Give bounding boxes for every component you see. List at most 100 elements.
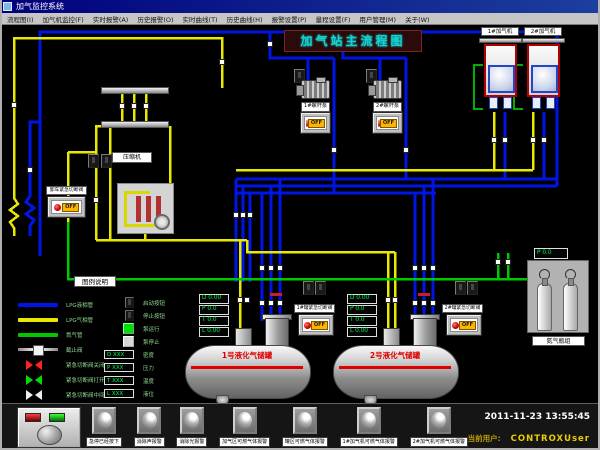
alarm-indicator-button[interactable] xyxy=(92,407,116,434)
vapor-manifold-lower xyxy=(101,121,169,128)
alarm-button-group: 1#加气机可燃气体报警 xyxy=(340,407,398,447)
legend-indicator-label: 压力 xyxy=(143,364,154,372)
alarm-button-group: 2#加气机可燃气体报警 xyxy=(410,407,468,447)
dispenser-canopy xyxy=(522,38,565,43)
menu-item[interactable]: 量程设置(F) xyxy=(316,14,351,24)
pump-off-button[interactable]: OFF xyxy=(308,119,325,128)
tank1-stop-button[interactable] xyxy=(315,281,326,295)
legend-row: LPG气相管 xyxy=(18,312,116,327)
menu-item[interactable]: 用户管理(M) xyxy=(359,14,396,24)
vapor-manifold-upper xyxy=(101,87,169,94)
legend-row: LPG液相管 xyxy=(18,297,116,312)
alarm-indicator-button[interactable] xyxy=(137,407,161,434)
tank-main-nozzle xyxy=(265,318,289,348)
legend-sample-icon xyxy=(18,348,58,351)
legend-indicator-icon: T XXX xyxy=(104,376,134,385)
current-user-name: CONTROXUser xyxy=(511,434,590,444)
dispenser-canopy xyxy=(479,38,522,43)
horn-button[interactable] xyxy=(37,425,62,445)
legend-indicator-row: 停止按钮 xyxy=(103,309,165,322)
compressor-cylinder xyxy=(146,196,151,222)
alarm-indicator-button[interactable] xyxy=(233,407,257,434)
compressor-unit xyxy=(117,183,174,234)
compressor-start-button[interactable] xyxy=(88,154,99,168)
compressor-stop-button[interactable] xyxy=(101,154,112,168)
legend-sample-icon xyxy=(18,318,58,322)
compressor-pipe xyxy=(124,191,127,227)
pump-area: 1#螺杆泵 OFF 2#螺杆泵 OFF xyxy=(301,80,402,133)
dispenser-display xyxy=(488,65,515,93)
legend-indicator-row: 启动按钮 xyxy=(103,296,165,309)
dispenser-display xyxy=(531,65,558,93)
menu-item[interactable]: 历史报警(O) xyxy=(137,14,173,24)
legend-indicator-icon xyxy=(125,297,134,308)
tank1-start-button[interactable] xyxy=(303,281,314,295)
legend-indicator-label: 温度 xyxy=(143,377,154,385)
legend-indicator-icon: D XXX xyxy=(104,350,134,359)
nozzle-icon xyxy=(546,97,555,109)
gas-dispenser: 2#加气机 xyxy=(524,27,562,109)
legend-indicator-label: 泵运行 xyxy=(143,325,160,333)
legend-row: 紧急切断阀关闭 xyxy=(18,357,116,372)
indicator-lamp-icon xyxy=(431,412,446,429)
legend-indicator-icon: P XXX xyxy=(104,363,134,372)
compressor-pipe xyxy=(124,191,150,194)
tank-stripe xyxy=(339,366,451,369)
legend-label: LPG液相管 xyxy=(66,301,93,309)
menu-item[interactable]: 流程图(I) xyxy=(7,14,34,24)
title-bar: 加气监控系统 xyxy=(0,0,600,13)
screw-pump: 2#螺杆泵 OFF xyxy=(373,80,402,133)
legend-sample-icon xyxy=(26,360,42,370)
tank-valve-closed-indicator xyxy=(304,322,311,329)
pump-motor-icon xyxy=(373,80,402,99)
alarm-indicator-button[interactable] xyxy=(357,407,381,434)
dispenser-nozzles xyxy=(532,97,555,109)
tank-esd-panel: OFF xyxy=(299,315,333,335)
alarm-button-row: 急停已经按下 消除声报警 消除光报警 加气区可燃气体报警 xyxy=(86,407,468,447)
legend-indicator-label: 液位 xyxy=(143,390,154,398)
menu-item[interactable]: 报警设置(P) xyxy=(272,14,307,24)
tank2-stop-button[interactable] xyxy=(467,281,478,295)
current-user-label: 当前用户: xyxy=(468,433,501,444)
legend-indicator-icon xyxy=(123,336,134,347)
menu-item[interactable]: 实时曲线(T) xyxy=(183,14,218,24)
current-user: 当前用户: CONTROXUser xyxy=(468,433,590,444)
dispenser-area: 1#加气机 2#加气机 xyxy=(481,27,562,109)
dispenser-body xyxy=(527,44,560,97)
pump-off-button[interactable]: OFF xyxy=(380,119,397,128)
dispenser-label: 1#加气机 xyxy=(481,27,519,36)
menu-item[interactable]: 加气机监控(F) xyxy=(43,14,84,24)
legend-label: LPG气相管 xyxy=(66,316,93,324)
tank2-start-button[interactable] xyxy=(455,281,466,295)
menu-item[interactable]: 关于(W) xyxy=(405,14,430,24)
menu-item[interactable]: 实时报警(A) xyxy=(93,14,129,24)
legend-indicator-row: L XXX 液位 xyxy=(103,387,165,400)
alarm-button-label: 消除声报警 xyxy=(134,437,165,447)
tank-valve-off-button[interactable]: OFF xyxy=(459,321,476,330)
alarm-control-panel xyxy=(18,408,80,447)
legend-indicator-label: 泵停止 xyxy=(143,338,160,346)
menu-item[interactable]: 历史曲线(H) xyxy=(227,14,263,24)
alarm-indicator-button[interactable] xyxy=(293,407,317,434)
alarm-indicator-button[interactable] xyxy=(180,407,204,434)
dispenser-body xyxy=(484,44,517,97)
indicator-lamp-icon xyxy=(97,412,112,429)
alarm-button-group: 消除声报警 xyxy=(134,407,165,447)
alarm-button-label: 急停已经按下 xyxy=(86,437,122,447)
tank-valve-off-button[interactable]: OFF xyxy=(311,321,328,330)
legend-label: 截止阀 xyxy=(66,346,83,354)
legend-label: 紧急切断阀关闭 xyxy=(66,361,105,369)
pump-label: 2#螺杆泵 xyxy=(373,102,402,112)
tank-main-nozzle xyxy=(413,318,437,348)
tank-label: 1号液化气储罐 xyxy=(185,350,309,361)
tank-valve-label: 1#罐紧急切断阀 xyxy=(294,304,335,313)
pump-esd-panel: OFF xyxy=(301,113,330,133)
legend-indicators: 启动按钮 停止按钮 泵运行 泵停止 D XXX 密度 P XXX 压力 T XX… xyxy=(103,296,165,400)
tank-data-value: P 0.0 xyxy=(347,305,377,315)
legend-row: 氮气管 xyxy=(18,327,116,342)
pump-label: 1#螺杆泵 xyxy=(301,102,330,112)
unload-valve-off-button[interactable]: OFF xyxy=(62,203,79,212)
alarm-indicator-button[interactable] xyxy=(427,407,451,434)
alarm-lamp-red xyxy=(25,413,41,422)
alarm-button-group: 急停已经按下 xyxy=(86,407,122,447)
